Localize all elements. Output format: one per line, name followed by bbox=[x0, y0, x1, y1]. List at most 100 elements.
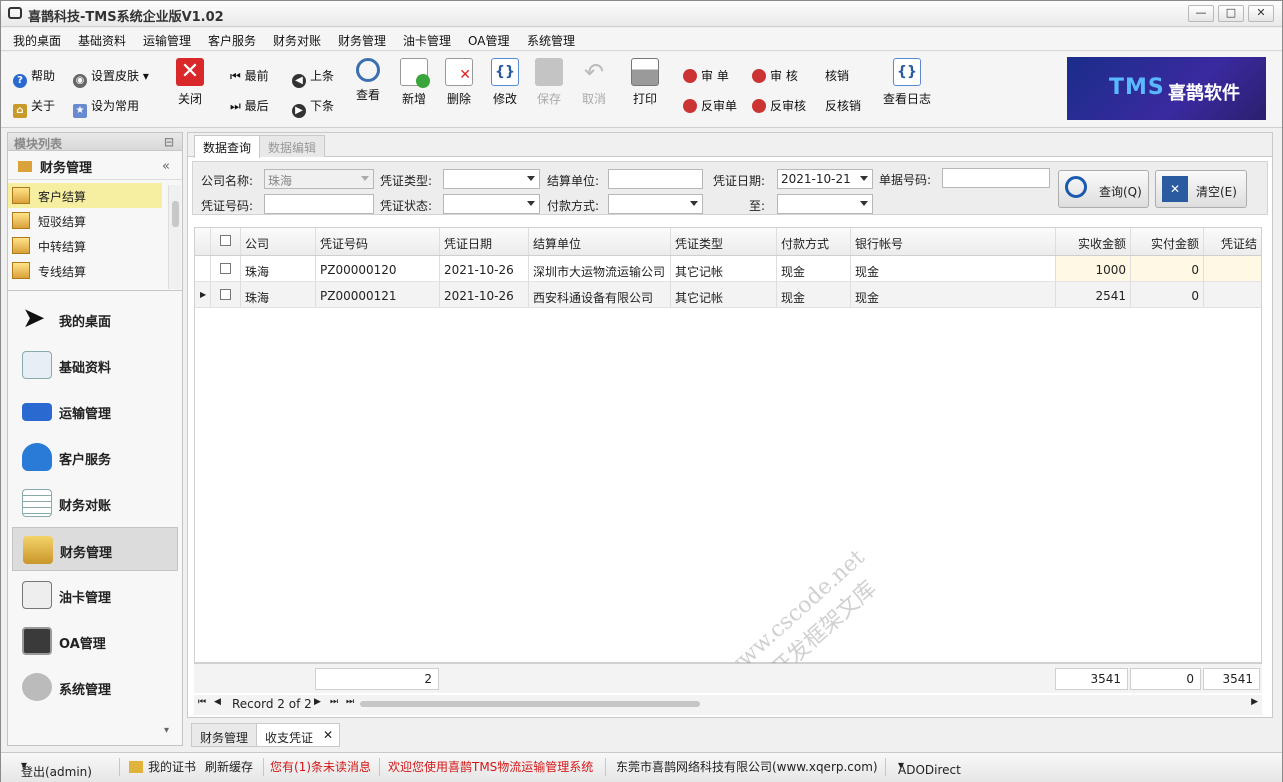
tree-item-line-settle[interactable]: 专线结算 bbox=[8, 258, 182, 283]
select-all-checkbox[interactable] bbox=[211, 228, 241, 255]
col-paid[interactable]: 实付金额 bbox=[1131, 228, 1204, 255]
nav-desktop[interactable]: ➤ 我的桌面 bbox=[12, 297, 178, 341]
table-row[interactable]: ▶ 珠海 PZ00000121 2021-10-26 西安科通设备有限公司 其它… bbox=[195, 282, 1261, 308]
nav-fuelcard[interactable]: 油卡管理 bbox=[12, 573, 178, 617]
save-button[interactable]: 保存 bbox=[529, 58, 569, 107]
nav-oa[interactable]: OA管理 bbox=[12, 619, 178, 663]
review-button[interactable]: 审 核 bbox=[752, 67, 798, 84]
logout-button[interactable]: 登出(admin) ▾ bbox=[21, 758, 92, 779]
refresh-cache-link[interactable]: 刷新缓存 bbox=[205, 758, 253, 775]
date-from-picker[interactable]: 2021-10-21 bbox=[777, 169, 873, 189]
menu-system[interactable]: 系统管理 bbox=[527, 32, 575, 49]
help-button[interactable]: ? 帮助 bbox=[13, 67, 55, 88]
menu-fuelcard[interactable]: 油卡管理 bbox=[403, 32, 451, 49]
unreview-button[interactable]: 反审核 bbox=[752, 97, 806, 114]
col-received[interactable]: 实收金额 bbox=[1056, 228, 1131, 255]
tree-item-customer-settle[interactable]: 客户结算 bbox=[8, 183, 162, 208]
minimize-button[interactable]: — bbox=[1188, 5, 1214, 22]
voucher-no-input[interactable] bbox=[264, 194, 374, 214]
delete-button[interactable]: ✕ 删除 bbox=[439, 58, 479, 107]
pay-method-select[interactable] bbox=[608, 194, 703, 214]
clear-button[interactable]: ✕ 清空(E) bbox=[1155, 170, 1247, 208]
nav-reconcile[interactable]: 财务对账 bbox=[12, 481, 178, 525]
status-select[interactable] bbox=[443, 194, 540, 214]
unread-message-link[interactable]: 您有(1)条未读消息 bbox=[270, 758, 371, 775]
pin-icon[interactable]: ⊟ bbox=[164, 135, 174, 149]
writeoff-button[interactable]: 核销 bbox=[825, 67, 849, 84]
cancel-button[interactable]: ↶ 取消 bbox=[574, 58, 614, 107]
table-row[interactable]: 珠海 PZ00000120 2021-10-26 深圳市大运物流运输公司 其它记… bbox=[195, 256, 1261, 282]
view-button[interactable]: 查看 bbox=[348, 58, 388, 103]
col-settle-unit[interactable]: 结算单位 bbox=[529, 228, 671, 255]
close-button[interactable]: ✕ 关闭 bbox=[170, 58, 210, 107]
favorite-icon: ★ bbox=[73, 104, 87, 118]
pager-end-icon[interactable]: ⏭ bbox=[346, 697, 354, 707]
unwriteoff-button[interactable]: 反核销 bbox=[825, 97, 861, 114]
tab-query[interactable]: 数据查询 bbox=[194, 135, 261, 158]
col-company[interactable]: 公司 bbox=[241, 228, 316, 255]
add-button[interactable]: 新增 bbox=[394, 58, 434, 107]
date-to-picker[interactable] bbox=[777, 194, 873, 214]
tree-scrollbar[interactable] bbox=[168, 185, 181, 289]
query-button[interactable]: 查询(Q) bbox=[1058, 170, 1149, 208]
nav-transport[interactable]: 运输管理 bbox=[12, 389, 178, 433]
tree-item-transfer-settle[interactable]: 中转结算 bbox=[8, 233, 182, 258]
about-button[interactable]: ⌂ 关于 bbox=[13, 97, 55, 118]
pager-next-icon[interactable]: ▶ bbox=[314, 697, 321, 707]
doc-no-input[interactable] bbox=[942, 168, 1050, 188]
prev-button[interactable]: ◀ 上条 bbox=[292, 67, 334, 88]
menu-customer[interactable]: 客户服务 bbox=[208, 32, 256, 49]
scroll-right-icon[interactable]: ▶ bbox=[1251, 697, 1258, 707]
next-button[interactable]: ▶ 下条 bbox=[292, 97, 334, 118]
horizontal-scrollbar[interactable] bbox=[360, 701, 700, 707]
log-button[interactable]: {} 查看日志 bbox=[879, 58, 935, 107]
tree-item-shuttle-settle[interactable]: 短驳结算 bbox=[8, 208, 182, 233]
col-pay-method[interactable]: 付款方式 bbox=[777, 228, 851, 255]
menu-transport[interactable]: 运输管理 bbox=[143, 32, 191, 49]
delete-document-icon: ✕ bbox=[445, 58, 473, 86]
menu-basic[interactable]: 基础资料 bbox=[78, 32, 126, 49]
collapse-icon[interactable]: « bbox=[162, 159, 170, 174]
menu-finance[interactable]: 财务管理 bbox=[338, 32, 386, 49]
tab-edit[interactable]: 数据编辑 bbox=[259, 135, 326, 157]
col-voucher-date[interactable]: 凭证日期 bbox=[440, 228, 529, 255]
col-voucher-balance[interactable]: 凭证结 bbox=[1204, 228, 1261, 255]
close-window-button[interactable]: ✕ bbox=[1248, 5, 1274, 22]
unaudit-button[interactable]: 反审单 bbox=[683, 97, 737, 114]
pager-last-icon[interactable]: ⏭ bbox=[330, 697, 338, 707]
audit-button[interactable]: 审 单 bbox=[683, 67, 729, 84]
first-button[interactable]: ⏮ 最前 bbox=[230, 67, 269, 84]
nav-finance[interactable]: 财务管理 bbox=[12, 527, 178, 571]
edit-button[interactable]: {} 修改 bbox=[485, 58, 525, 107]
menu-oa[interactable]: OA管理 bbox=[468, 32, 509, 49]
cert-link[interactable]: 我的证书 bbox=[148, 758, 196, 775]
doc-tab-voucher[interactable]: 收支凭证 ✕ bbox=[256, 723, 340, 747]
expand-down-icon[interactable]: ▾ bbox=[164, 725, 169, 736]
settle-unit-input[interactable] bbox=[608, 169, 703, 189]
app-window: 喜鹊科技-TMS系统企业版V1.02 — □ ✕ 我的桌面 基础资料 运输管理 … bbox=[0, 0, 1283, 782]
pager-first-icon[interactable]: ⏮ bbox=[198, 697, 206, 707]
print-button[interactable]: 打印 bbox=[625, 58, 665, 107]
col-voucher-type[interactable]: 凭证类型 bbox=[671, 228, 777, 255]
brand-banner: TMS 喜鹊软件 bbox=[1067, 57, 1266, 120]
nav-basic[interactable]: 基础资料 bbox=[12, 343, 178, 387]
maximize-button[interactable]: □ bbox=[1218, 5, 1244, 22]
row-checkbox[interactable] bbox=[211, 282, 241, 307]
favorite-button[interactable]: ★ 设为常用 bbox=[73, 97, 139, 118]
row-checkbox[interactable] bbox=[211, 256, 241, 281]
menu-reconcile[interactable]: 财务对账 bbox=[273, 32, 321, 49]
db-mode-select[interactable]: ADODirect ▾ bbox=[898, 758, 961, 777]
last-button[interactable]: ⏭ 最后 bbox=[230, 97, 269, 114]
col-voucher-no[interactable]: 凭证号码 bbox=[316, 228, 440, 255]
pager-prev-icon[interactable]: ◀ bbox=[214, 697, 221, 707]
menu-desktop[interactable]: 我的桌面 bbox=[13, 32, 61, 49]
company-select[interactable]: 珠海 bbox=[264, 169, 374, 189]
nav-customer[interactable]: 客户服务 bbox=[12, 435, 178, 479]
tab-close-icon[interactable]: ✕ bbox=[323, 728, 333, 742]
voucher-type-select[interactable] bbox=[443, 169, 540, 189]
skin-button[interactable]: ◉ 设置皮肤 ▾ bbox=[73, 67, 149, 88]
doc-tab-finance[interactable]: 财务管理 bbox=[191, 723, 258, 747]
nav-system[interactable]: 系统管理 bbox=[12, 665, 178, 709]
scroll-thumb[interactable] bbox=[172, 201, 179, 227]
col-bank-account[interactable]: 银行帐号 bbox=[851, 228, 1056, 255]
